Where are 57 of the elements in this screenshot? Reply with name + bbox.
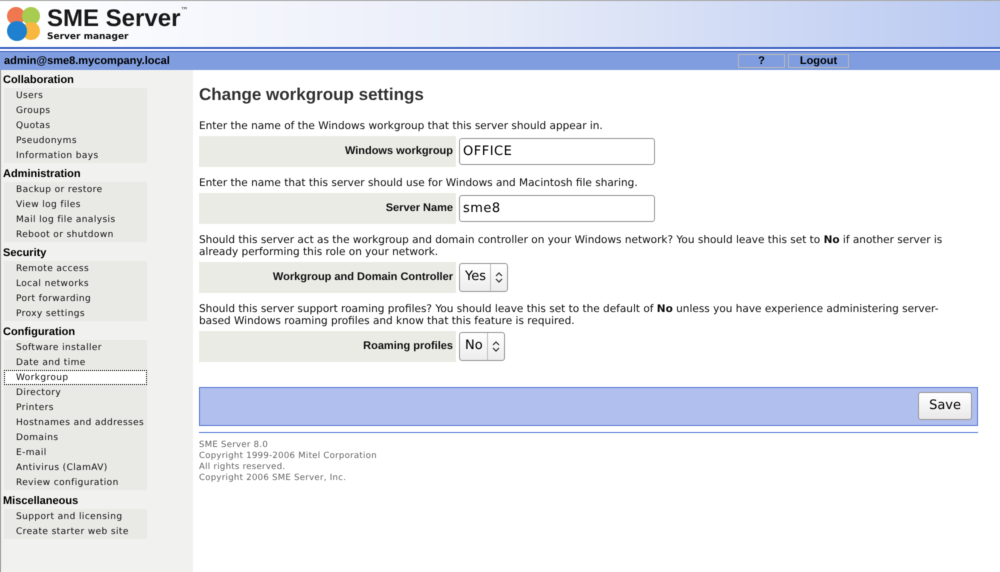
field-label: Workgroup and Domain Controller <box>199 262 456 292</box>
sidebar-item[interactable]: Information bays <box>4 148 147 163</box>
logo-title: SME Server <box>47 6 180 32</box>
sidebar-item[interactable]: Port forwarding <box>4 291 147 306</box>
sidebar-item[interactable]: Remote access <box>4 261 147 276</box>
sidebar-item[interactable]: Users <box>4 88 147 103</box>
sidebar-item[interactable]: Create starter web site <box>4 524 147 539</box>
sidebar-item[interactable]: View log files <box>4 197 147 212</box>
sidebar-item[interactable]: Proxy settings <box>4 306 147 321</box>
sidebar-section-title: Administration <box>2 167 82 182</box>
sidebar-item[interactable]: Antivirus (ClamAV) <box>4 460 147 475</box>
footer-text: All rights reserved. <box>199 462 286 472</box>
save-button[interactable]: Save <box>918 392 972 420</box>
select-dropdown[interactable]: No <box>459 332 505 360</box>
up-down-chevron-icon <box>495 272 503 282</box>
sidebar-item[interactable]: Mail log file analysis <box>4 212 147 227</box>
sidebar-item[interactable]: Support and licensing <box>4 509 147 524</box>
field-description: Enter the name that this server should use for Windows and Macintosh file sharing. <box>199 176 639 188</box>
sidebar-section-title: Miscellaneous <box>2 494 80 509</box>
sidebar-item[interactable]: Printers <box>4 400 147 415</box>
sidebar-section-title: Security <box>2 246 48 261</box>
footer-text: Copyright 2006 SME Server, Inc. <box>199 472 348 484</box>
up-down-chevron-icon <box>492 340 500 352</box>
sidebar-item[interactable]: Hostnames and addresses <box>4 415 147 430</box>
sidebar-item[interactable]: Groups <box>4 103 147 118</box>
sidebar-item[interactable]: Review configuration <box>4 475 147 490</box>
text-input-field[interactable]: sme8 <box>459 194 655 222</box>
field-label: Roaming profiles <box>199 330 456 362</box>
footer-text: SME Server 8.0 <box>199 440 270 450</box>
trademark-mark: ™ <box>180 6 188 15</box>
sidebar-item[interactable]: Backup or restore <box>4 182 147 197</box>
logout-button[interactable]: Logout <box>788 54 849 68</box>
field-description: Should this server act as the workgroup and domain controller on your Windows network? You should leave this set to No if another server is already performing this role on your network. <box>199 234 944 258</box>
sidebar-item[interactable]: Domains <box>4 430 147 445</box>
sidebar-item[interactable]: Software installer <box>4 340 147 355</box>
sidebar-item[interactable]: Quotas <box>4 118 147 133</box>
field-description: Should this server support roaming profiles? You should leave this set to the default of No unless you have experience administering server-based Windows roaming profiles and know that this feature is required. <box>199 302 940 326</box>
sidebar-item[interactable]: E-mail <box>4 445 147 460</box>
user-name: admin@sme8.mycompany.local <box>3 54 170 69</box>
page-title: Change workgroup settings <box>199 84 425 106</box>
sidebar-item[interactable]: Reboot or shutdown <box>4 227 147 242</box>
sidebar-item[interactable]: Directory <box>4 385 147 400</box>
colored-balls-logo-icon <box>5 5 43 43</box>
sidebar-item[interactable]: Workgroup <box>4 370 147 385</box>
select-dropdown[interactable]: Yes <box>459 262 508 292</box>
sidebar-item[interactable]: Pseudonyms <box>4 133 147 148</box>
text-input-field[interactable]: OFFICE <box>459 138 655 164</box>
field-label: Windows workgroup <box>199 136 456 166</box>
field-description: Enter the name of the Windows workgroup that this server should appear in. <box>199 120 604 132</box>
sidebar-item[interactable]: Date and time <box>4 355 147 370</box>
sidebar-section-title: Configuration <box>2 325 76 340</box>
help-button[interactable]: ? <box>738 54 785 68</box>
field-label: Server Name <box>199 192 456 224</box>
sidebar-item[interactable]: Local networks <box>4 276 147 291</box>
sidebar-section-title: Collaboration <box>2 73 75 88</box>
footer-text: Copyright 1999-2006 Mitel Corporation <box>199 450 378 462</box>
logo-subtitle: Server manager <box>47 32 130 42</box>
